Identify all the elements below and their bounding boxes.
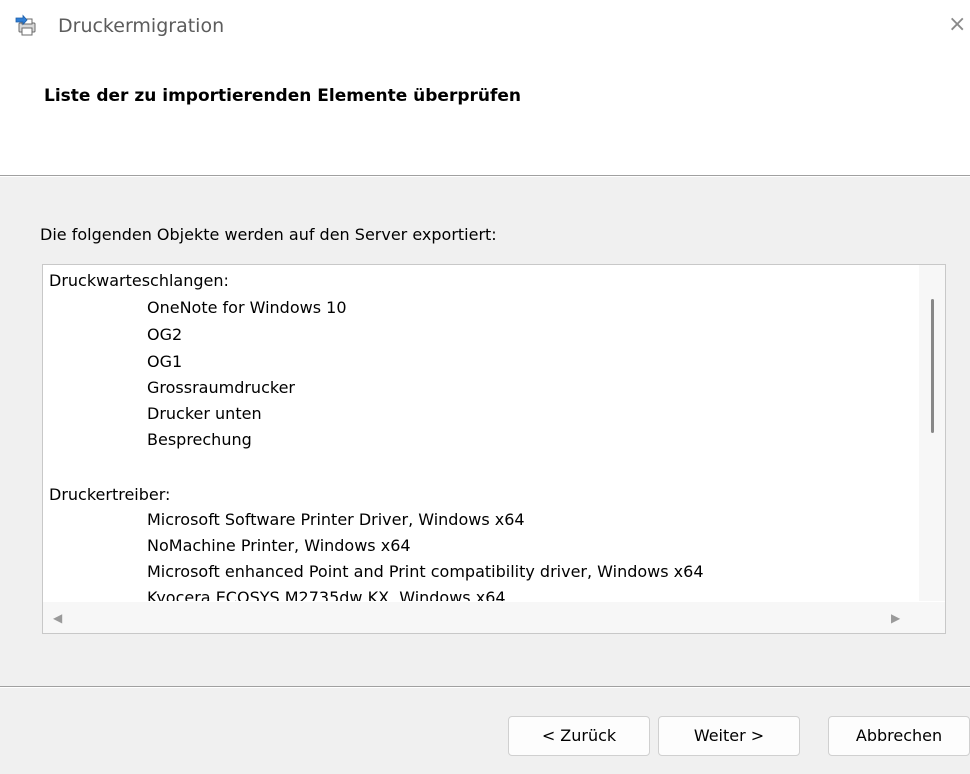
header-divider-highlight [0,176,970,177]
list-item: OG1 [147,352,183,371]
queues-heading: Druckwarteschlangen: [49,271,229,290]
horizontal-scrollbar[interactable]: ◀ ▶ [43,602,945,633]
list-item: Grossraumdrucker [147,378,295,397]
footer-divider-highlight [0,687,970,688]
window-title: Druckermigration [58,15,225,37]
back-button[interactable]: < Zurück [508,716,650,756]
list-item: OG2 [147,325,183,344]
list-content: Druckwarteschlangen: OneNote for Windows… [43,265,917,601]
scroll-right-arrow-icon[interactable]: ▶ [891,611,900,625]
list-item: Microsoft enhanced Point and Print compa… [147,562,704,581]
import-items-list[interactable]: Druckwarteschlangen: OneNote for Windows… [42,264,946,634]
vertical-scrollbar[interactable] [919,265,945,601]
description-text: Die folgenden Objekte werden auf den Ser… [40,225,497,244]
list-item: Kyocera ECOSYS M2735dw KX, Windows x64 [147,588,506,601]
vertical-scroll-thumb[interactable] [931,299,934,433]
printer-migration-icon [14,14,38,38]
cancel-button[interactable]: Abbrechen [828,716,970,756]
list-item: OneNote for Windows 10 [147,298,347,317]
drivers-heading: Druckertreiber: [49,485,171,504]
wizard-header: Liste der zu importierenden Elemente übe… [0,52,970,175]
next-button[interactable]: Weiter > [658,716,800,756]
list-item: NoMachine Printer, Windows x64 [147,536,411,555]
page-title: Liste der zu importierenden Elemente übe… [44,86,522,106]
list-item: Drucker unten [147,404,262,423]
close-icon[interactable]: × [948,12,970,38]
scroll-left-arrow-icon[interactable]: ◀ [53,611,62,625]
list-item: Besprechung [147,430,252,449]
list-item: Microsoft Software Printer Driver, Windo… [147,510,525,529]
title-bar: Druckermigration × [0,0,970,52]
